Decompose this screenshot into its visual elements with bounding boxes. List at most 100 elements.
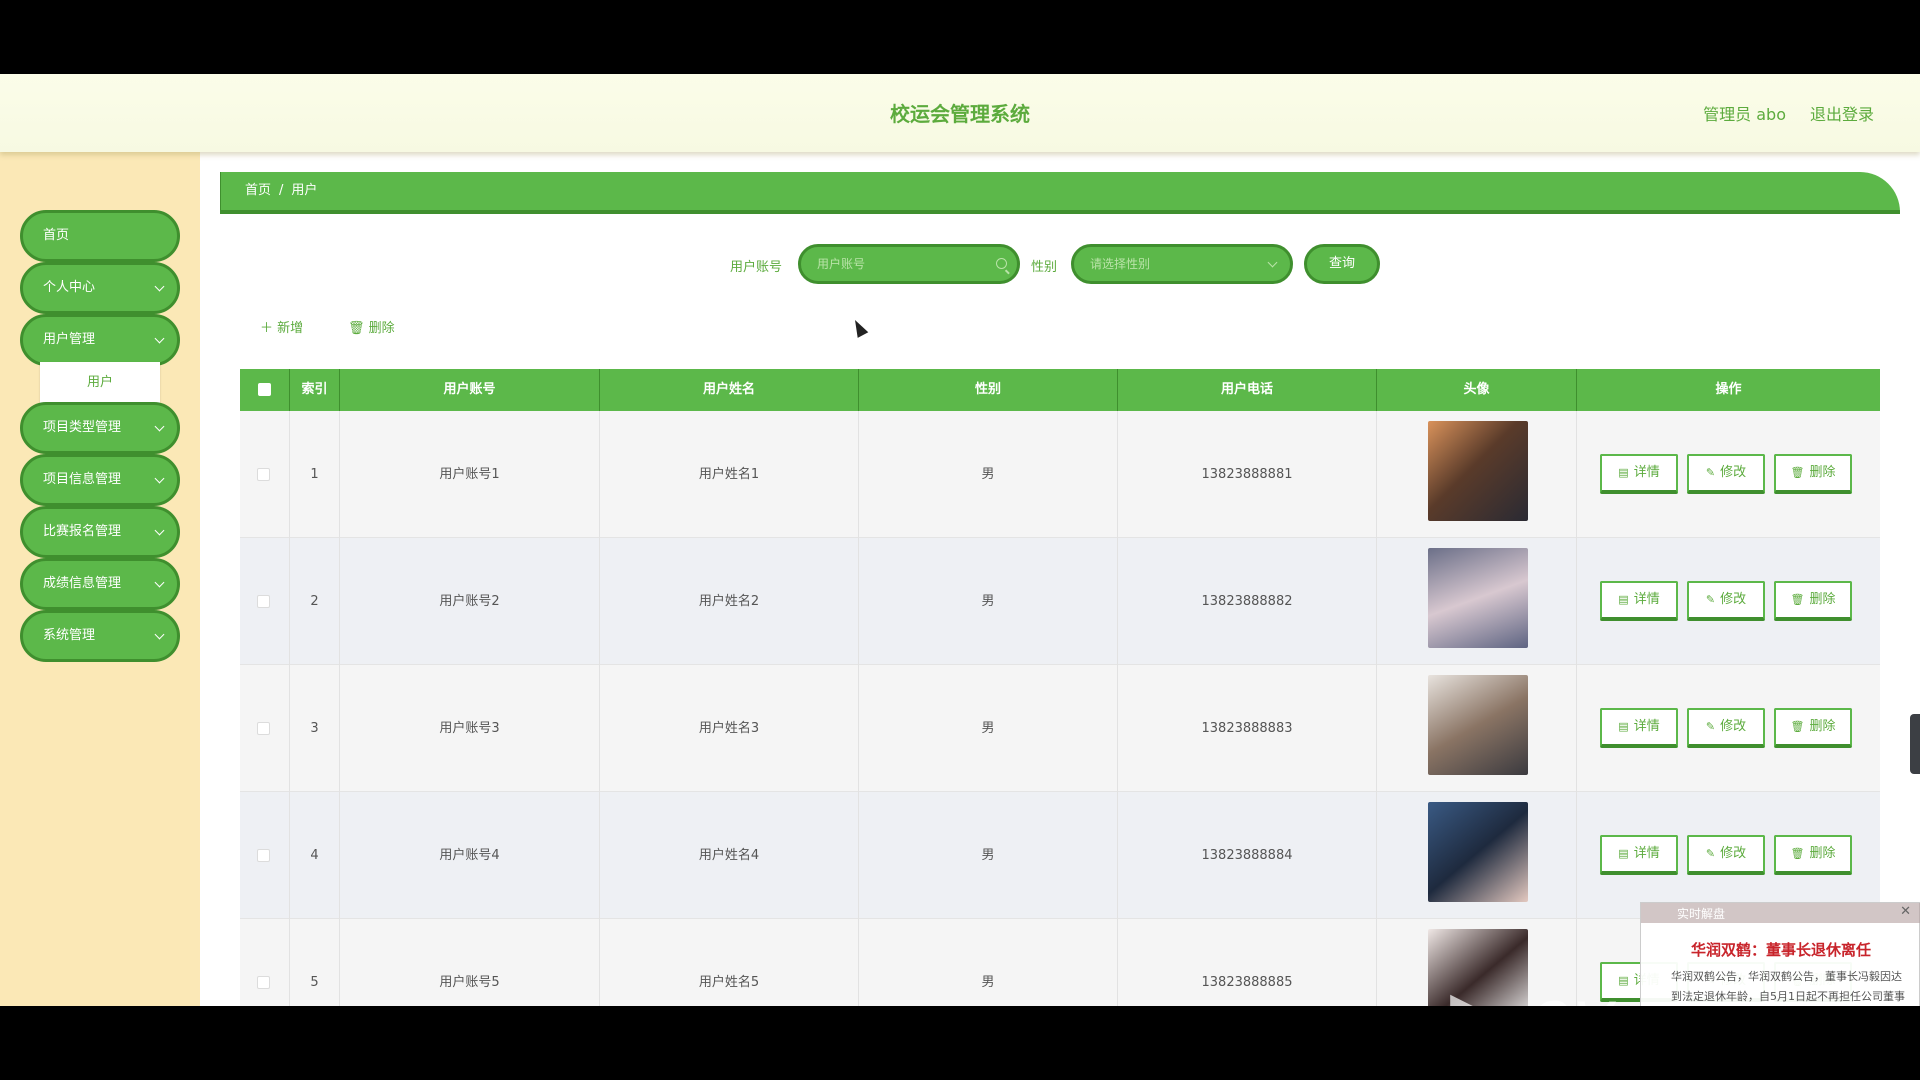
admin-user: 管理员 abo — [1703, 105, 1786, 124]
header-select-all[interactable] — [240, 369, 290, 411]
chevron-down-icon — [154, 281, 165, 292]
detail-button-label: 详情 — [1633, 592, 1660, 607]
delete-button[interactable]: 🗑 删除 — [1774, 454, 1852, 494]
sidebar-item-home[interactable]: 首页 — [20, 210, 180, 262]
row-checkbox[interactable] — [257, 595, 270, 608]
delete-button-label: 删除 — [1809, 465, 1836, 480]
delete-button-label: 删除 — [1809, 592, 1836, 607]
trash-icon: 🗑 — [1790, 466, 1805, 479]
delete-button[interactable]: 🗑 删除 — [1774, 581, 1852, 621]
query-button[interactable]: 查询 — [1304, 244, 1380, 284]
row-checkbox[interactable] — [257, 468, 270, 481]
sidebar-subitem-users[interactable]: 用户 — [40, 362, 160, 404]
popup-headline[interactable]: 华润双鹤：董事长退休离任 — [1691, 939, 1871, 960]
watermark-logo: ▶ ev — [1450, 974, 1615, 1006]
document-icon: ▤ — [1618, 593, 1629, 606]
table-row: 4 用户账号4 用户姓名4 男 13823888884 ▤ 详情 ✎ 修改 🗑 删除 — [240, 792, 1880, 919]
sidebar-item-system[interactable]: 系统管理 — [20, 610, 180, 662]
row-checkbox[interactable] — [257, 849, 270, 862]
popup-body: 华润双鹤公告，华润双鹤公告，董事长冯毅因达到法定退休年龄，自5月1日起不再担任公… — [1671, 970, 1905, 1003]
sidebar-item-label: 用户管理 — [43, 332, 96, 347]
chevron-down-icon — [154, 629, 165, 640]
trash-icon: 🗑 — [1790, 593, 1805, 606]
gender-select[interactable]: 请选择性别 — [1071, 244, 1293, 284]
sidebar-item-registration[interactable]: 比赛报名管理 — [20, 506, 180, 558]
breadcrumb: 首页 / 用户 — [220, 172, 1900, 214]
chevron-down-icon — [154, 473, 165, 484]
sidebar-item-label: 项目类型管理 — [43, 420, 122, 435]
edit-button-label: 修改 — [1720, 465, 1747, 480]
edit-button[interactable]: ✎ 修改 — [1687, 454, 1765, 494]
header-name: 用户姓名 — [600, 369, 859, 411]
sidebar-item-scores[interactable]: 成绩信息管理 — [20, 558, 180, 610]
avatar[interactable] — [1428, 548, 1528, 648]
cell-avatar — [1377, 538, 1577, 665]
watermark-text: ev — [1528, 974, 1615, 1006]
cell-phone: 13823888884 — [1118, 792, 1377, 919]
header: 校运会管理系统 管理员 abo 退出登录 — [0, 74, 1920, 152]
header-avatar: 头像 — [1377, 369, 1577, 411]
breadcrumb-separator: / — [279, 183, 284, 198]
detail-button[interactable]: ▤ 详情 — [1600, 835, 1678, 875]
delete-button[interactable]: 🗑 删除 — [1774, 835, 1852, 875]
sidebar-item-project-info[interactable]: 项目信息管理 — [20, 454, 180, 506]
row-select-cell — [240, 792, 290, 919]
breadcrumb-home[interactable]: 首页 — [245, 183, 271, 198]
edit-button[interactable]: ✎ 修改 — [1687, 708, 1765, 748]
cell-gender: 男 — [859, 665, 1118, 792]
header-phone: 用户电话 — [1118, 369, 1377, 411]
chevron-down-icon — [154, 525, 165, 536]
row-select-cell — [240, 919, 290, 1006]
cell-avatar — [1377, 665, 1577, 792]
edit-button[interactable]: ✎ 修改 — [1687, 835, 1765, 875]
breadcrumb-current: 用户 — [291, 183, 318, 198]
cell-gender: 男 — [859, 538, 1118, 665]
detail-button[interactable]: ▤ 详情 — [1600, 708, 1678, 748]
batch-delete-label: 删除 — [368, 321, 395, 336]
header-index: 索引 — [290, 369, 340, 411]
cell-operations: ▤ 详情 ✎ 修改 🗑 删除 — [1577, 411, 1880, 538]
detail-button-label: 详情 — [1633, 719, 1660, 734]
sidebar-item-label: 比赛报名管理 — [43, 524, 122, 539]
sidebar-item-project-types[interactable]: 项目类型管理 — [20, 402, 180, 454]
row-checkbox[interactable] — [257, 722, 270, 735]
avatar[interactable] — [1428, 421, 1528, 521]
cell-phone: 13823888885 — [1118, 919, 1377, 1006]
cell-phone: 13823888881 — [1118, 411, 1377, 538]
search-account-label: 用户账号 — [730, 260, 783, 275]
delete-button[interactable]: 🗑 删除 — [1774, 708, 1852, 748]
side-drawer-handle[interactable] — [1910, 714, 1920, 774]
edit-button[interactable]: ✎ 修改 — [1687, 581, 1765, 621]
search-gender-label: 性别 — [1031, 260, 1058, 275]
search-account-input[interactable]: 用户账号 — [798, 244, 1020, 284]
edit-button-label: 修改 — [1720, 592, 1747, 607]
table-row: 3 用户账号3 用户姓名3 男 13823888883 ▤ 详情 ✎ 修改 🗑 删除 — [240, 665, 1880, 792]
close-icon[interactable]: ✕ — [1900, 904, 1911, 919]
select-all-checkbox[interactable] — [258, 383, 271, 396]
sidebar-item-user-management[interactable]: 用户管理 — [20, 314, 180, 366]
avatar[interactable] — [1428, 802, 1528, 902]
sidebar-item-label: 成绩信息管理 — [43, 576, 122, 591]
header-account: 用户账号 — [340, 369, 600, 411]
cell-index: 1 — [290, 411, 340, 538]
cell-index: 5 — [290, 919, 340, 1006]
cell-gender: 男 — [859, 919, 1118, 1006]
row-select-cell — [240, 538, 290, 665]
avatar[interactable] — [1428, 675, 1528, 775]
news-popup: 实时解盘 ✕ 华润双鹤：董事长退休离任 华润双鹤公告，华润双鹤公告，董事长冯毅因… — [1640, 902, 1920, 1006]
cell-account: 用户账号4 — [340, 792, 600, 919]
cell-name: 用户姓名5 — [600, 919, 859, 1006]
add-button-label: 新增 — [277, 321, 304, 336]
detail-button[interactable]: ▤ 详情 — [1600, 454, 1678, 494]
chevron-down-icon — [154, 333, 165, 344]
row-checkbox[interactable] — [257, 976, 270, 989]
detail-button-label: 详情 — [1633, 846, 1660, 861]
batch-delete-button[interactable]: 🗑 删除 — [348, 317, 395, 336]
logout-link[interactable]: 退出登录 — [1810, 101, 1874, 125]
sidebar-item-label: 首页 — [43, 228, 70, 243]
detail-button[interactable]: ▤ 详情 — [1600, 581, 1678, 621]
cell-operations: ▤ 详情 ✎ 修改 🗑 删除 — [1577, 792, 1880, 919]
screen-top-letterbox — [0, 0, 1920, 74]
add-button[interactable]: ＋ 新增 — [260, 317, 303, 336]
sidebar-item-profile[interactable]: 个人中心 — [20, 262, 180, 314]
